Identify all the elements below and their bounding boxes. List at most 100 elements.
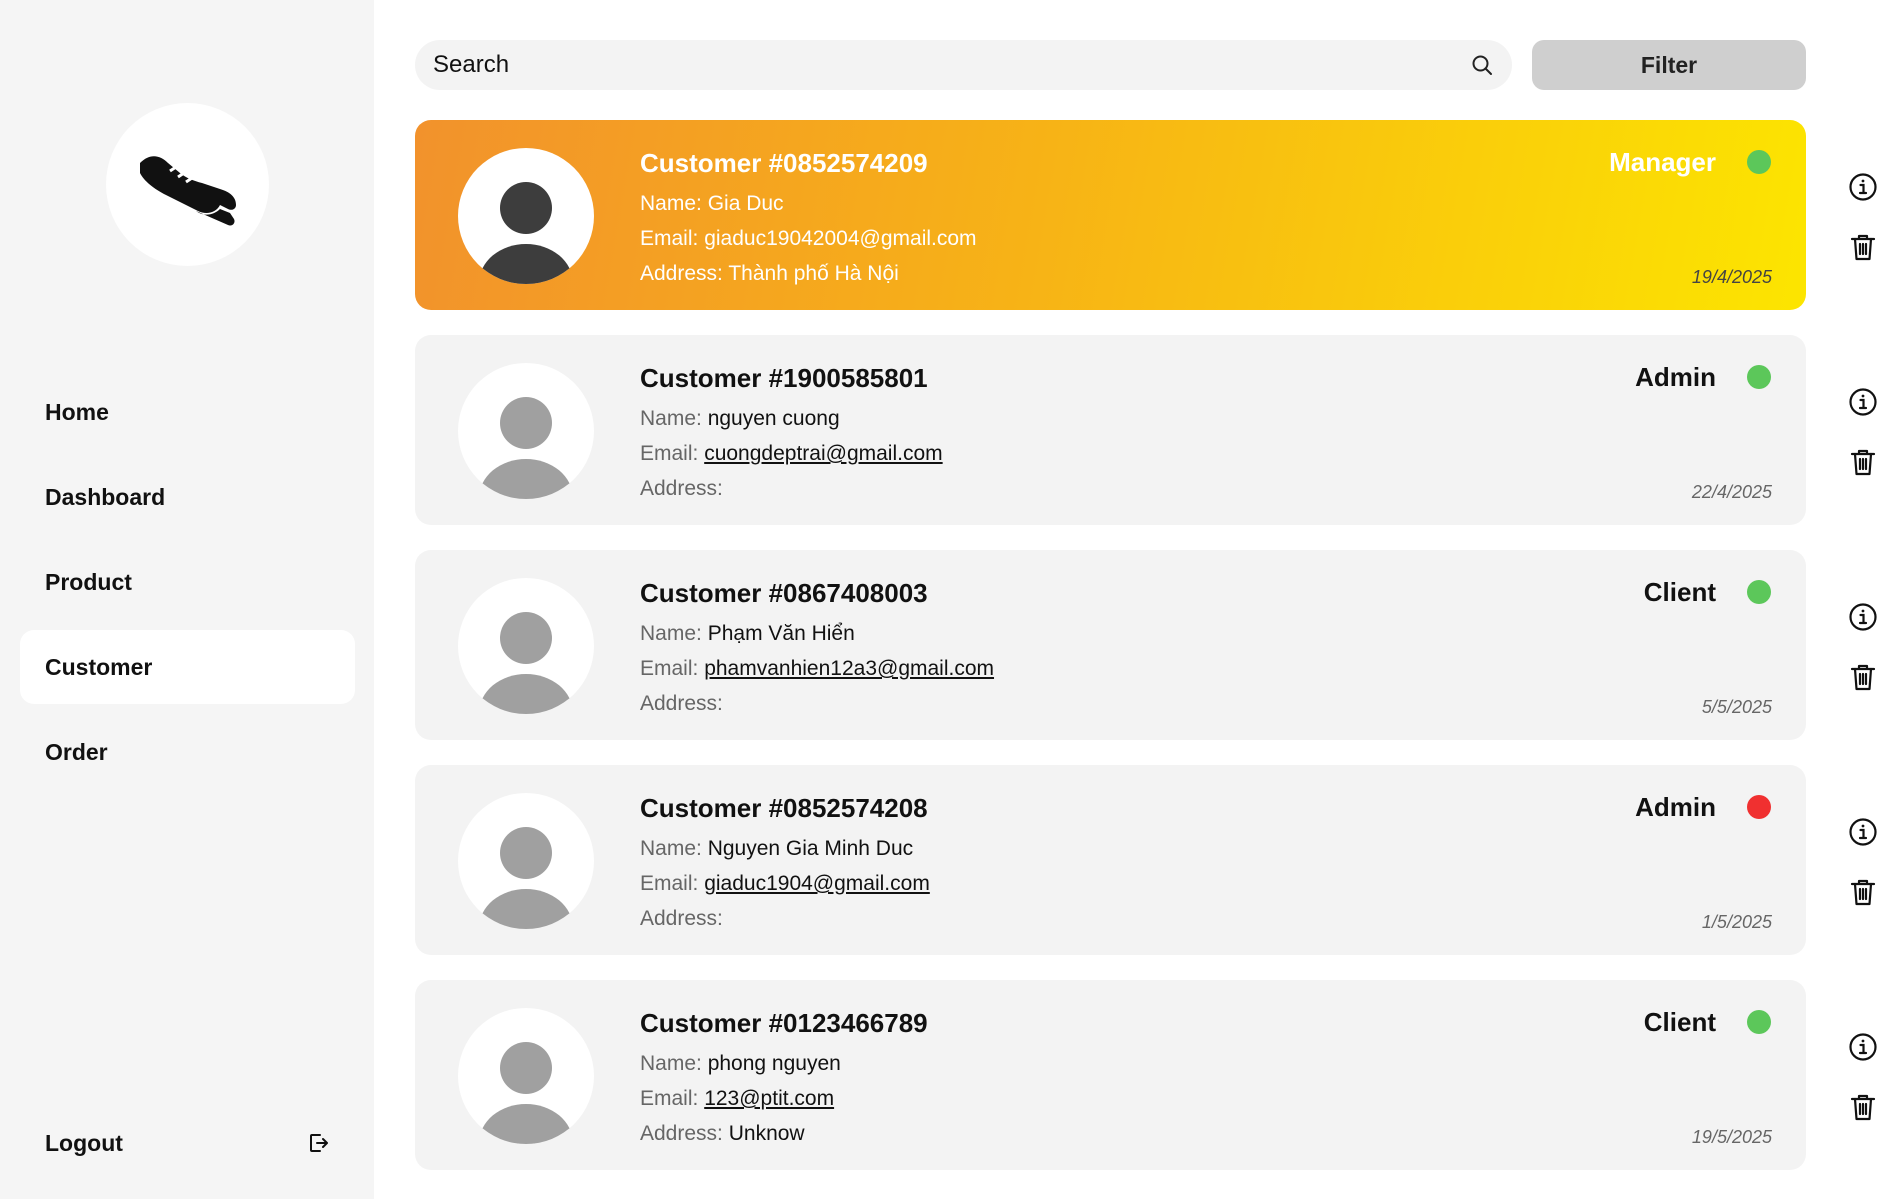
name-label: Name: bbox=[640, 1052, 702, 1075]
address-label: Address: bbox=[640, 1122, 723, 1145]
customer-date: 5/5/2025 bbox=[1701, 697, 1772, 717]
customer-card[interactable]: Customer #0852574208 Name: Nguyen Gia Mi… bbox=[415, 765, 1806, 955]
row-actions bbox=[1835, 120, 1885, 310]
sidebar-item-label: Home bbox=[45, 398, 109, 425]
customer-card[interactable]: Customer #0852574209 Name: Gia Duc Email… bbox=[415, 120, 1806, 310]
role-badge: Client bbox=[1643, 1007, 1716, 1037]
customer-email-line: Email: giaduc19042004@gmail.com bbox=[640, 227, 977, 251]
user-avatar-icon bbox=[479, 612, 573, 714]
sidebar-item-label: Customer bbox=[45, 653, 153, 680]
customer-email-line: Email: cuongdeptrai@gmail.com bbox=[640, 442, 943, 466]
customer-title: Customer #0867408003 bbox=[640, 578, 928, 608]
customer-row: Customer #0123466789 Name: phong nguyen … bbox=[415, 980, 1895, 1195]
customer-name: Phạm Văn Hiển bbox=[707, 622, 855, 645]
info-icon bbox=[1849, 603, 1877, 631]
sneaker-icon bbox=[139, 155, 236, 226]
search-bar bbox=[415, 40, 1512, 90]
customer-name: nguyen cuong bbox=[707, 407, 840, 430]
name-label: Name: bbox=[640, 192, 702, 215]
trash-icon bbox=[1850, 234, 1876, 261]
status-indicator bbox=[1747, 365, 1771, 389]
info-button[interactable] bbox=[1846, 170, 1880, 204]
sidebar-item-customer[interactable]: Customer bbox=[20, 630, 355, 704]
user-avatar-icon bbox=[479, 397, 573, 499]
email-label: Email: bbox=[640, 442, 699, 465]
customer-title: Customer #0123466789 bbox=[640, 1008, 928, 1038]
search-icon[interactable] bbox=[1470, 53, 1494, 77]
row-actions bbox=[1835, 980, 1885, 1170]
address-label: Address: bbox=[640, 262, 723, 285]
customer-email-link[interactable]: cuongdeptrai@gmail.com bbox=[704, 442, 942, 465]
customer-address-line: Address: Unknow bbox=[640, 1122, 805, 1146]
customer-name: Gia Duc bbox=[707, 192, 784, 215]
customer-name-line: Name: Phạm Văn Hiển bbox=[640, 622, 855, 646]
logout-label: Logout bbox=[45, 1129, 123, 1156]
customer-name-line: Name: Gia Duc bbox=[640, 192, 784, 216]
sidebar: Home Dashboard Product Customer Order Lo… bbox=[0, 0, 374, 1199]
customer-email-link[interactable]: giaduc19042004@gmail.com bbox=[704, 227, 976, 250]
status-indicator bbox=[1747, 580, 1771, 604]
address-label: Address: bbox=[640, 477, 723, 500]
customer-row: Customer #0867408003 Name: Phạm Văn Hiển… bbox=[415, 550, 1895, 765]
sidebar-item-label: Dashboard bbox=[45, 483, 166, 510]
customer-name-line: Name: Nguyen Gia Minh Duc bbox=[640, 837, 913, 861]
customer-date: 1/5/2025 bbox=[1701, 912, 1772, 932]
status-indicator bbox=[1747, 795, 1771, 819]
sidebar-item-label: Order bbox=[45, 738, 108, 765]
info-button[interactable] bbox=[1846, 815, 1880, 849]
customer-address-line: Address: bbox=[640, 477, 723, 501]
customer-title: Customer #1900585801 bbox=[640, 363, 928, 393]
row-actions bbox=[1835, 765, 1885, 955]
info-icon bbox=[1849, 1033, 1877, 1061]
customer-name: phong nguyen bbox=[707, 1052, 841, 1075]
user-avatar-icon bbox=[479, 182, 573, 284]
search-input[interactable] bbox=[433, 51, 1470, 79]
customer-address: Unknow bbox=[728, 1122, 805, 1145]
row-actions bbox=[1835, 550, 1885, 740]
customer-email-link[interactable]: giaduc1904@gmail.com bbox=[704, 872, 930, 895]
trash-icon bbox=[1850, 1094, 1876, 1121]
email-label: Email: bbox=[640, 657, 699, 680]
logout-button[interactable]: Logout bbox=[20, 1106, 355, 1180]
customer-email-link[interactable]: phamvanhien12a3@gmail.com bbox=[704, 657, 994, 680]
filter-button[interactable]: Filter bbox=[1532, 40, 1806, 90]
status-indicator bbox=[1747, 1010, 1771, 1034]
sidebar-item-label: Product bbox=[45, 568, 132, 595]
customer-name-line: Name: nguyen cuong bbox=[640, 407, 840, 431]
customer-row: Customer #0852574209 Name: Gia Duc Email… bbox=[415, 120, 1895, 335]
email-label: Email: bbox=[640, 227, 699, 250]
customer-card[interactable]: Customer #1900585801 Name: nguyen cuong … bbox=[415, 335, 1806, 525]
delete-button[interactable] bbox=[1846, 660, 1880, 694]
name-label: Name: bbox=[640, 407, 702, 430]
email-label: Email: bbox=[640, 1087, 699, 1110]
customer-address-line: Address: bbox=[640, 907, 723, 931]
delete-button[interactable] bbox=[1846, 875, 1880, 909]
delete-button[interactable] bbox=[1846, 230, 1880, 264]
avatar bbox=[458, 148, 594, 284]
info-icon bbox=[1849, 388, 1877, 416]
app-logo[interactable] bbox=[106, 103, 269, 266]
customer-card[interactable]: Customer #0867408003 Name: Phạm Văn Hiển… bbox=[415, 550, 1806, 740]
customer-list: Customer #0852574209 Name: Gia Duc Email… bbox=[415, 120, 1895, 1199]
info-icon bbox=[1849, 818, 1877, 846]
sidebar-item-dashboard[interactable]: Dashboard bbox=[20, 460, 355, 534]
delete-button[interactable] bbox=[1846, 1090, 1880, 1124]
role-badge: Admin bbox=[1635, 362, 1716, 392]
customer-card[interactable]: Customer #0123466789 Name: phong nguyen … bbox=[415, 980, 1806, 1170]
info-button[interactable] bbox=[1846, 385, 1880, 419]
user-avatar-icon bbox=[479, 1042, 573, 1144]
trash-icon bbox=[1850, 879, 1876, 906]
delete-button[interactable] bbox=[1846, 445, 1880, 479]
customer-name-line: Name: phong nguyen bbox=[640, 1052, 841, 1076]
info-button[interactable] bbox=[1846, 600, 1880, 634]
address-label: Address: bbox=[640, 692, 723, 715]
info-button[interactable] bbox=[1846, 1030, 1880, 1064]
customer-email-link[interactable]: 123@ptit.com bbox=[704, 1087, 834, 1110]
address-label: Address: bbox=[640, 907, 723, 930]
avatar bbox=[458, 1008, 594, 1144]
trash-icon bbox=[1850, 449, 1876, 476]
sidebar-item-product[interactable]: Product bbox=[20, 545, 355, 619]
sidebar-item-home[interactable]: Home bbox=[20, 375, 355, 449]
sidebar-item-order[interactable]: Order bbox=[20, 715, 355, 789]
name-label: Name: bbox=[640, 622, 702, 645]
